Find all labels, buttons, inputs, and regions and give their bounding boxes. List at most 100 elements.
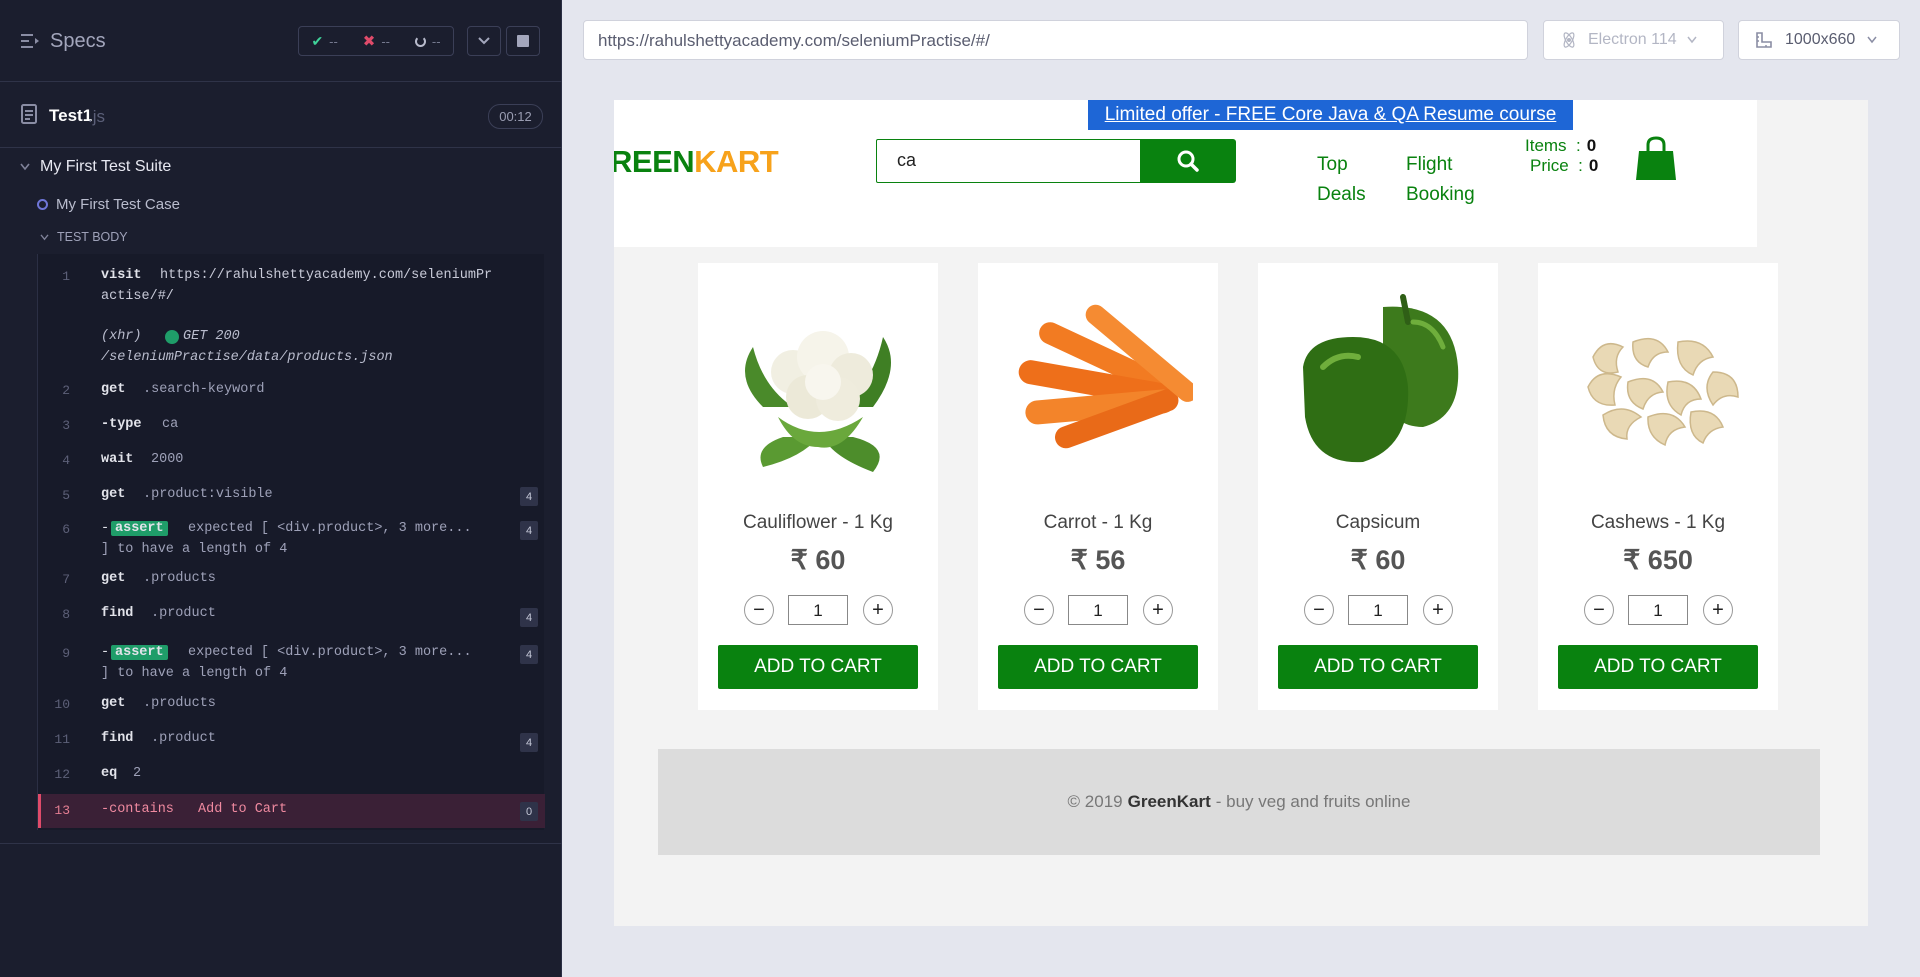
run-stats: ✔ -- ✖ -- --: [298, 26, 454, 56]
command-number: 8: [62, 607, 70, 622]
command-number: 12: [54, 767, 70, 782]
top-deals-link[interactable]: Top Deals: [1317, 150, 1366, 210]
footer-tagline: - buy veg and fruits online: [1215, 792, 1411, 811]
command-number: 11: [54, 732, 70, 747]
command-name: wait: [101, 452, 134, 467]
cross-icon: ✖: [362, 33, 376, 50]
add-to-cart-button[interactable]: ADD TO CART: [1558, 645, 1758, 689]
command-row[interactable]: 3 -type ca: [38, 409, 545, 443]
suite-title[interactable]: My First Test Suite: [20, 158, 171, 176]
command-row[interactable]: 11 find .product 4: [38, 723, 545, 757]
quantity-input[interactable]: 1: [1068, 595, 1128, 625]
command-message: https://rahulshettyacademy.com/seleniumP…: [160, 268, 493, 283]
command-name: -: [101, 521, 110, 536]
command-row[interactable]: 4 wait 2000: [38, 444, 545, 478]
spec-extension: .js: [88, 107, 105, 126]
command-number: 7: [62, 572, 70, 587]
cart-icon[interactable]: [1635, 135, 1677, 186]
url-bar[interactable]: https://rahulshettyacademy.com/seleniumP…: [583, 20, 1528, 60]
viewport-selector[interactable]: 1000x660: [1738, 20, 1900, 60]
items-label: Items: [1525, 136, 1567, 155]
product-name: Carrot - 1 Kg: [1043, 512, 1153, 533]
product-name: Cauliflower - 1 Kg: [743, 512, 893, 533]
check-icon: ✔: [311, 32, 324, 49]
command-row[interactable]: 5 get .product:visible 4: [38, 479, 545, 513]
add-to-cart-button[interactable]: ADD TO CART: [718, 645, 918, 689]
command-row[interactable]: 6 - assert expected [ <div.product>, 3 m…: [38, 513, 545, 563]
top-deals-line-2: Deals: [1317, 184, 1366, 205]
flight-booking-link[interactable]: Flight Booking: [1406, 150, 1475, 210]
viewport-label: 1000x660: [1785, 31, 1856, 48]
stop-button[interactable]: [506, 26, 540, 56]
flight-booking-line-1: Flight: [1406, 154, 1453, 175]
search-input[interactable]: ca: [876, 139, 1141, 183]
cauliflower-image: [723, 287, 913, 477]
product-card: Carrot - 1 Kg ₹ 56 − 1 + ADD TO CART: [978, 263, 1218, 710]
element-count-badge: 4: [520, 521, 538, 540]
command-message: 2000: [151, 452, 184, 467]
chevron-down-icon: [1867, 36, 1877, 44]
chevron-down-icon: [20, 163, 30, 171]
failed-count: --: [381, 33, 390, 49]
command-message: Add to Cart: [198, 802, 288, 817]
command-row[interactable]: 8 find .product 4: [38, 598, 545, 632]
xhr-row[interactable]: (xhr) GET 200 /seleniumPractise/data/pro…: [38, 322, 545, 382]
element-count-badge: 4: [520, 733, 538, 752]
flight-booking-line-2: Booking: [1406, 184, 1475, 205]
specs-title[interactable]: Specs: [50, 30, 106, 53]
test-body-label: TEST BODY: [57, 230, 128, 244]
search-icon: [1177, 150, 1199, 172]
product-card: Cauliflower - 1 Kg ₹ 60 − 1 + ADD TO CAR…: [698, 263, 938, 710]
test-body-toggle[interactable]: TEST BODY: [40, 230, 128, 244]
offer-banner-link[interactable]: Limited offer - FREE Core Java & QA Resu…: [1088, 100, 1573, 130]
reporter-header: Specs ✔ -- ✖ -- --: [0, 0, 562, 82]
increment-button[interactable]: +: [863, 595, 893, 625]
decrement-button[interactable]: −: [744, 595, 774, 625]
quantity-input[interactable]: 1: [1348, 595, 1408, 625]
command-row[interactable]: 9 - assert expected [ <div.product>, 3 m…: [38, 637, 545, 687]
command-name: get: [101, 382, 126, 397]
test-case-title[interactable]: My First Test Case: [37, 196, 180, 213]
site-header: Limited offer - FREE Core Java & QA Resu…: [614, 100, 1757, 247]
increment-button[interactable]: +: [1703, 595, 1733, 625]
search-button[interactable]: [1140, 139, 1236, 183]
top-deals-line-1: Top: [1317, 154, 1348, 175]
increment-button[interactable]: +: [1143, 595, 1173, 625]
app-iframe: Limited offer - FREE Core Java & QA Resu…: [614, 100, 1868, 926]
add-to-cart-button[interactable]: ADD TO CART: [998, 645, 1198, 689]
command-log: 1 visit https://rahulshettyacademy.com/s…: [37, 254, 545, 830]
divider: [0, 843, 562, 844]
command-message-cont: ] to have a length of 4: [101, 542, 288, 557]
carrot-image: [1003, 287, 1198, 477]
command-message-cont: ] to have a length of 4: [101, 666, 288, 681]
specs-list-icon[interactable]: [21, 33, 41, 54]
command-number: 2: [62, 383, 70, 398]
command-number: 1: [62, 269, 70, 284]
decrement-button[interactable]: −: [1024, 595, 1054, 625]
xhr-path: /seleniumPractise/data/products.json: [101, 350, 393, 365]
command-number: 10: [54, 697, 70, 712]
increment-button[interactable]: +: [1423, 595, 1453, 625]
command-row[interactable]: 1 visit https://rahulshettyacademy.com/s…: [38, 262, 545, 322]
command-row[interactable]: 2 get .search-keyword: [38, 374, 545, 408]
browser-selector[interactable]: Electron 114: [1543, 20, 1724, 60]
toggle-autoscroll-button[interactable]: [467, 26, 501, 56]
assert-tag: assert: [111, 521, 168, 536]
quantity-input[interactable]: 1: [788, 595, 848, 625]
command-row[interactable]: 7 get .products: [38, 563, 545, 597]
command-row[interactable]: 12 eq 2: [38, 758, 545, 792]
xhr-status: GET 200: [183, 329, 240, 344]
quantity-input[interactable]: 1: [1628, 595, 1688, 625]
command-row[interactable]: 10 get .products: [38, 688, 545, 722]
command-number: 9: [62, 646, 70, 661]
element-count-badge: 4: [520, 645, 538, 664]
decrement-button[interactable]: −: [1304, 595, 1334, 625]
command-message: .products: [143, 696, 216, 711]
command-name: find: [101, 606, 134, 621]
failed-command-row[interactable]: 13 -contains Add to Cart 0: [38, 794, 545, 828]
command-message: expected [ <div.product>, 3 more...: [188, 645, 472, 660]
add-to-cart-button[interactable]: ADD TO CART: [1278, 645, 1478, 689]
greenkart-logo[interactable]: REENKART: [614, 144, 779, 180]
decrement-button[interactable]: −: [1584, 595, 1614, 625]
app-preview-area: https://rahulshettyacademy.com/seleniumP…: [562, 0, 1920, 977]
